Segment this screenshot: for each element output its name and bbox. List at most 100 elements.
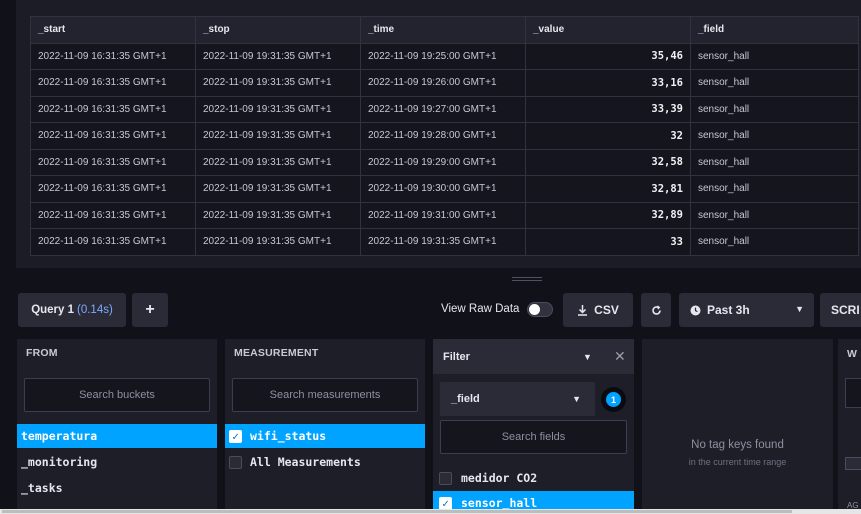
window-panel-toggle[interactable] <box>845 457 861 470</box>
checkbox-checked-icon: ✓ <box>439 496 452 510</box>
table-cell-stop: 2022-11-09 19:31:35 GMT+1 <box>195 42 361 70</box>
column-header-time[interactable]: _time <box>360 16 526 44</box>
csv-download-button[interactable]: CSV <box>563 293 633 327</box>
bucket-item-temperatura[interactable]: temperatura <box>17 424 217 448</box>
filter-title: Filter <box>443 350 470 363</box>
toggle-knob <box>529 304 540 315</box>
table-row: 2022-11-09 16:31:35 GMT+1 2022-11-09 19:3… <box>30 69 859 97</box>
search-fields-input[interactable]: Search fields <box>440 420 627 454</box>
table-row: 2022-11-09 16:31:35 GMT+1 2022-11-09 19:3… <box>30 201 859 229</box>
from-panel: FROM Search buckets temperatura _monitor… <box>17 339 217 514</box>
view-raw-data-label: View Raw Data <box>441 303 520 315</box>
tag-keys-panel: No tag keys found in the current time ra… <box>642 339 833 514</box>
column-header-stop[interactable]: _stop <box>195 16 361 44</box>
table-cell-field: sensor_hall <box>690 122 859 150</box>
filter-panel: Filter ▼ ✕ _field ▼ 1 Search fields medi… <box>433 339 634 514</box>
measurement-item-label: All Measurements <box>250 455 361 469</box>
refresh-button[interactable] <box>641 293 671 327</box>
table-cell-field: sensor_hall <box>690 228 859 256</box>
selected-count: 1 <box>606 392 621 407</box>
column-header-field[interactable]: _field <box>690 16 859 44</box>
table-cell-start: 2022-11-09 16:31:35 GMT+1 <box>30 201 196 229</box>
table-cell-stop: 2022-11-09 19:31:35 GMT+1 <box>195 122 361 150</box>
chevron-down-icon: ▼ <box>572 394 581 404</box>
view-raw-data-toggle[interactable] <box>527 302 553 317</box>
bucket-item-monitoring[interactable]: _monitoring <box>17 450 217 474</box>
table-cell-value: 32,81 <box>525 175 691 203</box>
query-tab-label: Query 1 <box>31 304 75 316</box>
filter-key-dropdown[interactable]: _field ▼ <box>440 382 595 416</box>
time-range-dropdown[interactable]: Past 3h ▼ <box>679 293 814 327</box>
table-cell-stop: 2022-11-09 19:31:35 GMT+1 <box>195 95 361 123</box>
search-measurements-input[interactable]: Search measurements <box>232 378 418 412</box>
table-cell-start: 2022-11-09 16:31:35 GMT+1 <box>30 95 196 123</box>
table-cell-value: 32,58 <box>525 148 691 176</box>
checkbox-icon <box>439 471 452 485</box>
results-panel: _start _stop _time _value _field 2022-11… <box>16 0 861 268</box>
table-cell-stop: 2022-11-09 19:31:35 GMT+1 <box>195 201 361 229</box>
table-cell-field: sensor_hall <box>690 69 859 97</box>
selected-count-badge: 1 <box>601 387 626 412</box>
time-range-label: Past 3h <box>707 303 750 317</box>
table-cell-value: 35,46 <box>525 42 691 70</box>
results-table: _start _stop _time _value _field 2022-11… <box>30 16 859 256</box>
chevron-down-icon: ▼ <box>583 352 592 362</box>
table-row: 2022-11-09 16:31:35 GMT+1 2022-11-09 19:3… <box>30 122 859 150</box>
table-cell-value: 32,89 <box>525 201 691 229</box>
window-panel-input[interactable] <box>845 378 861 408</box>
table-cell-value: 33,39 <box>525 95 691 123</box>
query-tab[interactable]: Query 1 (0.14s) <box>18 293 126 327</box>
table-row: 2022-11-09 16:31:35 GMT+1 2022-11-09 19:3… <box>30 42 859 70</box>
chevron-down-icon: ▼ <box>795 304 804 314</box>
empty-state-subtitle: in the current time range <box>688 457 787 467</box>
table-cell-stop: 2022-11-09 19:31:35 GMT+1 <box>195 69 361 97</box>
field-item-medidor-co2[interactable]: medidor CO2 <box>433 466 634 490</box>
column-header-start[interactable]: _start <box>30 16 196 44</box>
refresh-icon <box>651 304 661 315</box>
empty-state: No tag keys found in the current time ra… <box>642 439 833 467</box>
script-editor-button[interactable]: SCRI <box>820 293 861 327</box>
query-tab-time: (0.14s) <box>77 304 113 316</box>
table-cell-time: 2022-11-09 19:30:00 GMT+1 <box>360 175 526 203</box>
from-title: FROM <box>26 347 58 359</box>
table-cell-time: 2022-11-09 19:26:00 GMT+1 <box>360 69 526 97</box>
resize-handle[interactable] <box>512 277 542 281</box>
empty-state-title: No tag keys found <box>691 439 784 451</box>
table-cell-start: 2022-11-09 16:31:35 GMT+1 <box>30 42 196 70</box>
filter-function-dropdown[interactable]: Filter ▼ ✕ <box>433 339 634 374</box>
measurement-item-label: wifi_status <box>250 429 327 443</box>
checkbox-checked-icon: ✓ <box>229 429 242 443</box>
table-cell-stop: 2022-11-09 19:31:35 GMT+1 <box>195 228 361 256</box>
table-cell-start: 2022-11-09 16:31:35 GMT+1 <box>30 175 196 203</box>
table-cell-time: 2022-11-09 19:29:00 GMT+1 <box>360 148 526 176</box>
close-icon[interactable]: ✕ <box>614 348 626 365</box>
table-cell-field: sensor_hall <box>690 201 859 229</box>
bucket-item-tasks[interactable]: _tasks <box>17 476 217 500</box>
measurement-item-wifi-status[interactable]: ✓ wifi_status <box>225 424 425 448</box>
checkbox-icon <box>229 455 242 469</box>
table-cell-field: sensor_hall <box>690 42 859 70</box>
measurement-item-all[interactable]: All Measurements <box>225 450 425 474</box>
horizontal-scrollbar[interactable] <box>0 509 861 514</box>
csv-label: CSV <box>594 303 619 317</box>
table-row: 2022-11-09 16:31:35 GMT+1 2022-11-09 19:3… <box>30 95 859 123</box>
column-header-value[interactable]: _value <box>525 16 691 44</box>
measurement-title: MEASUREMENT <box>234 347 319 359</box>
scrollbar-thumb[interactable] <box>2 510 792 513</box>
table-row: 2022-11-09 16:31:35 GMT+1 2022-11-09 19:3… <box>30 175 859 203</box>
table-cell-value: 32 <box>525 122 691 150</box>
window-panel: W AG <box>838 339 861 514</box>
search-buckets-input[interactable]: Search buckets <box>24 378 210 412</box>
table-cell-time: 2022-11-09 19:25:00 GMT+1 <box>360 42 526 70</box>
table-header-row: _start _stop _time _value _field <box>30 16 859 44</box>
table-cell-start: 2022-11-09 16:31:35 GMT+1 <box>30 122 196 150</box>
table-cell-stop: 2022-11-09 19:31:35 GMT+1 <box>195 175 361 203</box>
table-cell-value: 33,16 <box>525 69 691 97</box>
table-cell-value: 33 <box>525 228 691 256</box>
table-cell-start: 2022-11-09 16:31:35 GMT+1 <box>30 148 196 176</box>
table-cell-start: 2022-11-09 16:31:35 GMT+1 <box>30 228 196 256</box>
table-cell-time: 2022-11-09 19:31:00 GMT+1 <box>360 201 526 229</box>
table-cell-time: 2022-11-09 19:28:00 GMT+1 <box>360 122 526 150</box>
add-query-button[interactable]: + <box>132 293 168 327</box>
table-cell-stop: 2022-11-09 19:31:35 GMT+1 <box>195 148 361 176</box>
